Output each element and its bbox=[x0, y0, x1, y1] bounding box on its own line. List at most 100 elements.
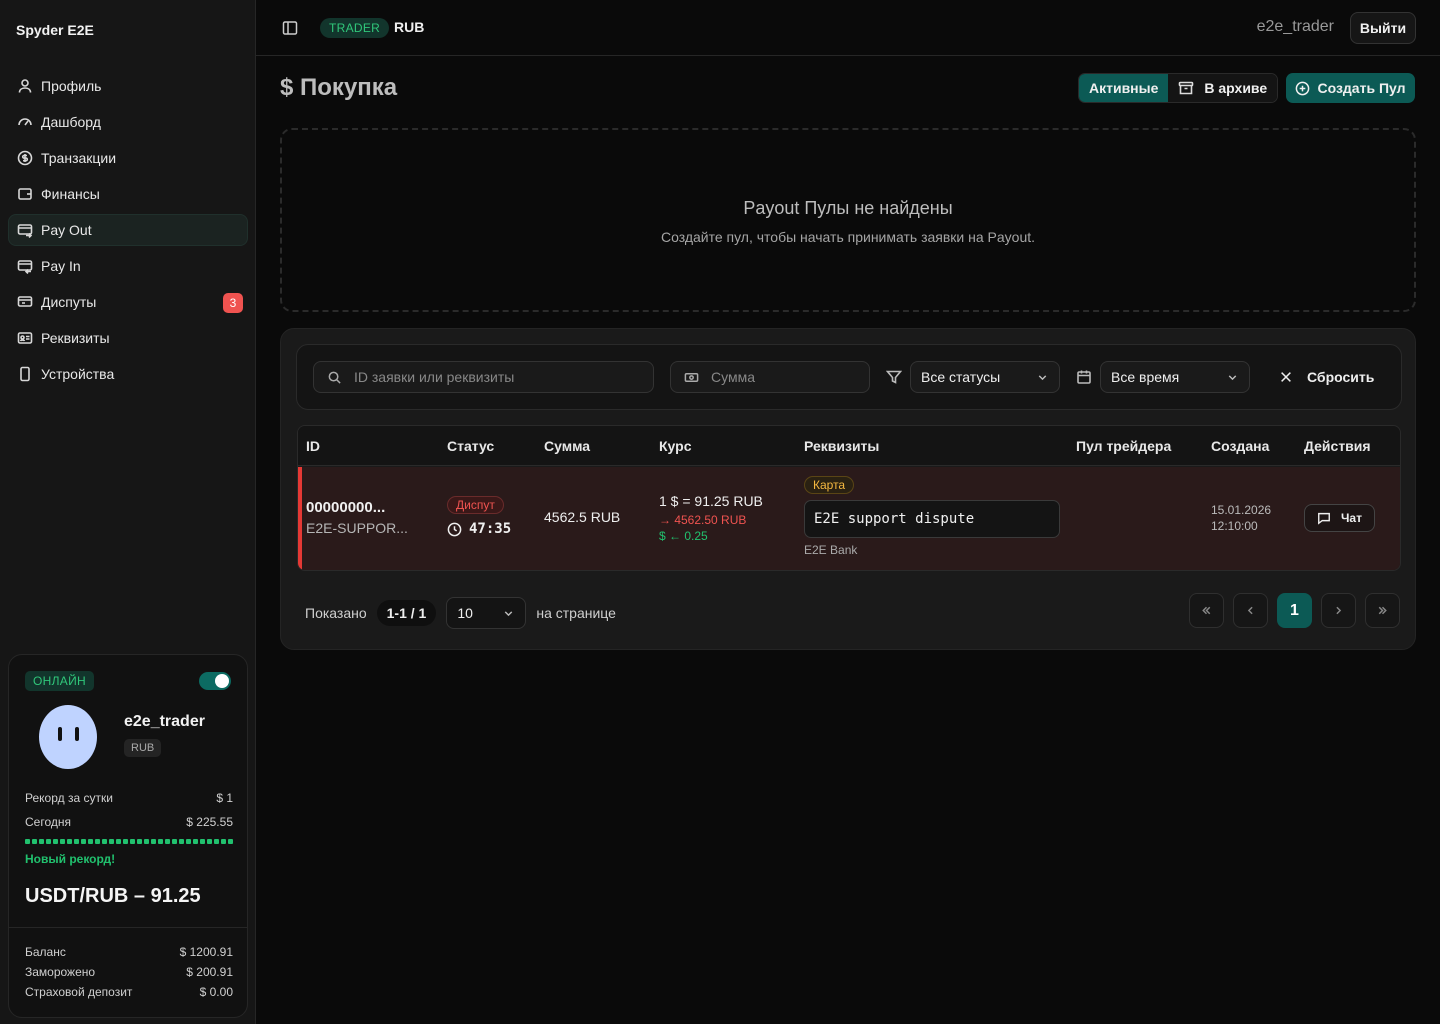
create-pool-button[interactable]: Создать Пул bbox=[1286, 73, 1415, 103]
empty-title: Payout Пулы не найдены bbox=[743, 198, 953, 218]
sidebar-item-pay-in[interactable]: Pay In bbox=[8, 250, 248, 282]
progress-segment bbox=[144, 839, 149, 844]
sidebar-item-devices[interactable]: Устройства bbox=[8, 358, 248, 390]
table-header: ID Статус Сумма Курс Реквизиты Пул трейд… bbox=[298, 426, 1400, 466]
chat-button[interactable]: Чат bbox=[1304, 504, 1375, 532]
chevron-down-icon bbox=[505, 610, 513, 616]
first-page-button[interactable] bbox=[1189, 593, 1224, 628]
chevrons-left-icon bbox=[1202, 606, 1211, 615]
column-header-requisites: Реквизиты bbox=[804, 438, 880, 454]
pagination-info: Показано 1-1 / 1 10 на странице bbox=[305, 597, 616, 629]
tab-active-label: Активные bbox=[1089, 80, 1159, 96]
tab-archive[interactable]: В архиве bbox=[1168, 74, 1278, 102]
record-row: Рекорд за сутки $ 1 bbox=[25, 791, 233, 805]
online-toggle[interactable] bbox=[199, 672, 231, 690]
frozen-label: Заморожено bbox=[25, 965, 96, 979]
sidebar-item-transactions[interactable]: Транзакции bbox=[8, 142, 248, 174]
sidebar-item-label: Pay In bbox=[41, 258, 81, 274]
order-id[interactable]: 00000000... bbox=[306, 499, 385, 516]
status-select[interactable]: Все статусы bbox=[910, 361, 1060, 393]
progress-segment bbox=[60, 839, 65, 844]
header-currency: RUB bbox=[394, 19, 425, 35]
message-icon bbox=[1318, 512, 1330, 525]
progress-segment bbox=[67, 839, 72, 844]
created-date: 15.01.2026 bbox=[1211, 503, 1272, 517]
per-page-select[interactable]: 10 bbox=[446, 597, 527, 629]
record-label: Рекорд за сутки bbox=[25, 791, 113, 805]
filters-bar: ID заявки или реквизиты Сумма Все статус… bbox=[296, 344, 1402, 410]
sidebar-item-dashboard[interactable]: Дашборд bbox=[8, 106, 248, 138]
deposit-row: Страховой депозит $ 0.00 bbox=[25, 985, 233, 999]
prev-page-button[interactable] bbox=[1233, 593, 1268, 628]
sidebar-item-finance[interactable]: Финансы bbox=[8, 178, 248, 210]
card-type-badge: Карта bbox=[804, 476, 855, 494]
record-progress-bar bbox=[25, 839, 233, 844]
search-icon bbox=[328, 371, 341, 384]
progress-segment bbox=[186, 839, 191, 844]
user-icon bbox=[17, 78, 33, 94]
avatar bbox=[39, 705, 97, 769]
sidebar-item-label: Реквизиты bbox=[41, 330, 110, 346]
online-status-badge: ОНЛАЙН bbox=[25, 671, 94, 691]
progress-segment bbox=[200, 839, 205, 844]
logout-button[interactable]: Выйти bbox=[1350, 12, 1416, 44]
today-value: $ 225.55 bbox=[186, 815, 233, 829]
sidebar-item-label: Устройства bbox=[41, 366, 115, 382]
sidebar-item-label: Финансы bbox=[41, 186, 100, 202]
progress-segment bbox=[165, 839, 170, 844]
search-input[interactable]: ID заявки или реквизиты bbox=[313, 361, 654, 393]
rate-rub: → 4562.50 RUB bbox=[659, 513, 747, 527]
progress-segment bbox=[151, 839, 156, 844]
progress-segment bbox=[123, 839, 128, 844]
sidebar-item-profile[interactable]: Профиль bbox=[8, 70, 248, 102]
deposit-label: Страховой депозит bbox=[25, 985, 133, 999]
table-row[interactable]: 00000000... E2E-SUPPOR... Диспут 47:35 4… bbox=[298, 467, 1400, 570]
sidebar-item-pay-out[interactable]: Pay Out bbox=[8, 214, 248, 246]
balance-value: $ 1200.91 bbox=[179, 945, 233, 959]
shown-label: Показано bbox=[305, 605, 367, 621]
sidebar-item-label: Диспуты bbox=[41, 294, 97, 310]
chevrons-right-icon bbox=[1378, 606, 1387, 615]
next-page-button[interactable] bbox=[1321, 593, 1356, 628]
trader-card: ОНЛАЙН e2e_trader RUB Рекорд за сутки $ … bbox=[8, 654, 248, 1018]
close-icon bbox=[1281, 372, 1291, 382]
calendar-icon bbox=[1076, 369, 1092, 385]
empty-pools-placeholder: Payout Пулы не найдены Создайте пул, что… bbox=[280, 128, 1416, 312]
time-select[interactable]: Все время bbox=[1100, 361, 1250, 393]
per-page-value: 10 bbox=[457, 605, 473, 621]
column-header-amount: Сумма bbox=[544, 438, 591, 454]
card-out-icon bbox=[17, 222, 33, 238]
progress-segment bbox=[88, 839, 93, 844]
amount-input[interactable]: Сумма bbox=[670, 361, 870, 393]
dispute-icon bbox=[17, 294, 33, 310]
sidebar-nav: Профиль Дашборд Транзакции Финансы Pay O… bbox=[8, 70, 248, 394]
orders-table: ID Статус Сумма Курс Реквизиты Пул трейд… bbox=[297, 425, 1401, 571]
progress-segment bbox=[116, 839, 121, 844]
reset-filters-button[interactable]: Сбросить bbox=[1279, 369, 1374, 385]
progress-segment bbox=[74, 839, 79, 844]
progress-segment bbox=[81, 839, 86, 844]
tab-active[interactable]: Активные bbox=[1079, 74, 1169, 102]
column-header-pool: Пул трейдера bbox=[1076, 438, 1172, 454]
clock-icon bbox=[447, 522, 462, 536]
deposit-value: $ 0.00 bbox=[199, 985, 233, 999]
chevron-down-icon bbox=[1038, 374, 1047, 380]
chevron-right-icon bbox=[1336, 606, 1342, 615]
progress-segment bbox=[137, 839, 142, 844]
archive-icon bbox=[1179, 81, 1194, 95]
sidebar-item-requisites[interactable]: Реквизиты bbox=[8, 322, 248, 354]
sidebar-item-disputes[interactable]: Диспуты 3 bbox=[8, 286, 248, 318]
plus-circle-icon bbox=[1296, 81, 1310, 95]
avatar-eye bbox=[75, 727, 79, 741]
search-placeholder: ID заявки или реквизиты bbox=[354, 369, 515, 385]
rate-usd: $ ← 0.25 bbox=[659, 529, 708, 543]
sidebar-toggle-icon[interactable] bbox=[282, 20, 298, 36]
requisites-bank: E2E Bank bbox=[804, 543, 858, 557]
progress-segment bbox=[46, 839, 51, 844]
requisites-field[interactable]: E2E support dispute bbox=[804, 500, 1060, 538]
column-header-id: ID bbox=[306, 438, 320, 454]
disputes-count-badge: 3 bbox=[223, 293, 243, 313]
progress-segment bbox=[53, 839, 58, 844]
page-button-current[interactable]: 1 bbox=[1277, 593, 1312, 628]
last-page-button[interactable] bbox=[1365, 593, 1400, 628]
